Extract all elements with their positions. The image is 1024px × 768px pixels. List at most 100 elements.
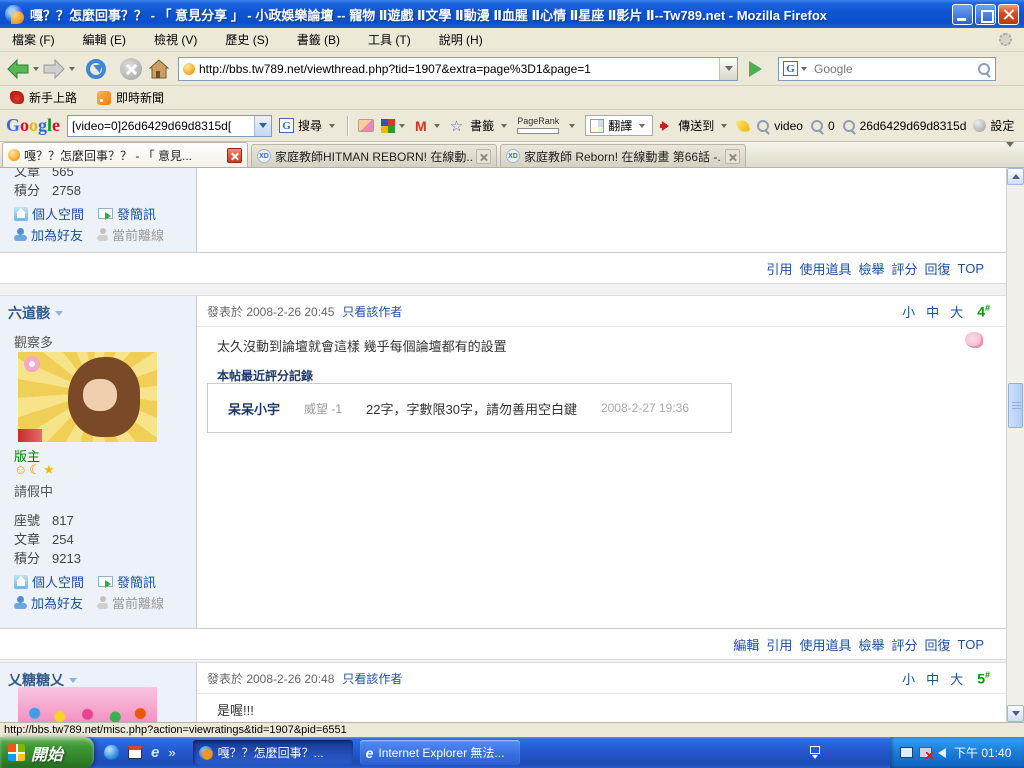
bookmark-getting-started[interactable]: 新手上路 bbox=[10, 89, 77, 106]
find-term-video[interactable]: video bbox=[756, 119, 803, 133]
bookmark-latest-news[interactable]: 即時新聞 bbox=[97, 89, 164, 106]
tab-reborn-1[interactable]: XD 家庭教師HITMAN REBORN! 在線動... bbox=[251, 144, 497, 167]
tab-close-icon[interactable] bbox=[725, 149, 740, 164]
stop-button[interactable] bbox=[120, 58, 142, 80]
restore-button[interactable] bbox=[975, 4, 996, 25]
rate-link[interactable]: 評分 bbox=[891, 259, 917, 278]
search-engine-dropdown[interactable] bbox=[801, 67, 807, 71]
only-author-link[interactable]: 只看該作者 bbox=[342, 670, 402, 687]
add-friend-link[interactable]: 加為好友 bbox=[14, 593, 83, 612]
search-options-dropdown[interactable] bbox=[329, 124, 335, 128]
menu-file[interactable]: 檔案 (F) bbox=[12, 31, 55, 48]
use-item-link[interactable]: 使用道具 bbox=[799, 259, 851, 278]
google-search-input[interactable] bbox=[68, 119, 254, 133]
ie-icon[interactable]: e bbox=[151, 745, 159, 760]
quicklaunch-overflow-chevron[interactable]: » bbox=[168, 745, 175, 760]
back-button[interactable] bbox=[6, 58, 30, 80]
menu-bookmarks[interactable]: 書籤 (B) bbox=[297, 31, 340, 48]
report-link[interactable]: 檢舉 bbox=[858, 259, 884, 278]
minimize-button[interactable] bbox=[952, 4, 973, 25]
rate-flower-icon[interactable] bbox=[965, 332, 983, 348]
app-window-icon[interactable] bbox=[128, 746, 142, 759]
search-bar[interactable]: G bbox=[778, 57, 996, 81]
url-bar[interactable] bbox=[178, 57, 738, 81]
siteinfo-icon[interactable] bbox=[358, 119, 374, 132]
display-tray-icon[interactable] bbox=[900, 747, 913, 758]
network-error-icon[interactable] bbox=[919, 747, 932, 758]
quote-link[interactable]: 引用 bbox=[766, 259, 792, 278]
post2-username[interactable]: 六道骸 bbox=[8, 303, 63, 323]
user-dropdown-icon[interactable] bbox=[55, 311, 63, 316]
toolbar-settings-button[interactable]: 設定 bbox=[973, 117, 1014, 134]
menu-history[interactable]: 歷史 (S) bbox=[225, 31, 268, 48]
floor-number[interactable]: 4# bbox=[977, 303, 990, 320]
send-to-button[interactable]: 傳送到 bbox=[660, 117, 730, 134]
floor-number[interactable]: 5# bbox=[977, 670, 990, 687]
reload-button[interactable] bbox=[86, 59, 106, 79]
rating-user[interactable]: 呆呆小宇 bbox=[228, 399, 280, 418]
search-input[interactable] bbox=[810, 62, 977, 76]
menu-tools[interactable]: 工具 (T) bbox=[368, 31, 411, 48]
report-link[interactable]: 檢舉 bbox=[858, 635, 884, 654]
url-input[interactable] bbox=[195, 62, 719, 76]
reply-link[interactable]: 回復 bbox=[924, 259, 950, 278]
language-bar-icon[interactable] bbox=[810, 746, 820, 759]
tab-current-thread[interactable]: 嘎？？怎麼回事？？ - 「 意見... bbox=[2, 142, 248, 167]
gmail-button[interactable]: M bbox=[415, 118, 443, 134]
menu-edit[interactable]: 編輯 (E) bbox=[83, 31, 126, 48]
send-pm-link[interactable]: 發簡訊 bbox=[98, 572, 156, 591]
forward-button[interactable] bbox=[42, 58, 66, 80]
use-item-link[interactable]: 使用道具 bbox=[799, 635, 851, 654]
pagerank-dropdown[interactable] bbox=[569, 124, 575, 128]
top-link[interactable]: TOP bbox=[958, 261, 985, 276]
google-search-combo[interactable] bbox=[67, 115, 272, 137]
home-button[interactable] bbox=[148, 58, 170, 80]
clock[interactable]: 下午 01:40 bbox=[954, 744, 1011, 761]
globe-icon[interactable] bbox=[104, 745, 119, 760]
task-firefox[interactable]: 嘎？？怎麼回事？... bbox=[193, 740, 353, 765]
google-bookmarks-button[interactable] bbox=[381, 119, 408, 133]
profile-space-link[interactable]: 個人空間 bbox=[14, 572, 84, 591]
search-magnifier-icon[interactable] bbox=[977, 62, 991, 76]
only-author-link[interactable]: 只看該作者 bbox=[342, 303, 402, 320]
scroll-up-icon[interactable] bbox=[1007, 168, 1024, 185]
menu-help[interactable]: 說明 (H) bbox=[439, 31, 483, 48]
find-term-hash[interactable]: 26d6429d69d8315d bbox=[842, 119, 967, 133]
send-pm-link[interactable]: 發簡訊 bbox=[98, 204, 156, 223]
volume-icon[interactable] bbox=[938, 748, 946, 758]
highlighter-icon[interactable] bbox=[736, 119, 750, 133]
bookmarks-menu-button[interactable]: 書籤 bbox=[470, 117, 510, 134]
back-dropdown[interactable] bbox=[33, 67, 39, 71]
font-large-link[interactable]: 大 bbox=[950, 669, 963, 688]
rate-link[interactable]: 評分 bbox=[891, 635, 917, 654]
menu-view[interactable]: 檢視 (V) bbox=[154, 31, 197, 48]
google-search-button[interactable]: G 搜尋 bbox=[279, 117, 338, 134]
vertical-scrollbar[interactable] bbox=[1007, 168, 1024, 722]
reply-link[interactable]: 回復 bbox=[924, 635, 950, 654]
profile-space-link[interactable]: 個人空間 bbox=[14, 204, 84, 223]
font-large-link[interactable]: 大 bbox=[950, 302, 963, 321]
user-dropdown-icon[interactable] bbox=[69, 678, 77, 683]
add-friend-link[interactable]: 加為好友 bbox=[14, 225, 83, 244]
quote-link[interactable]: 引用 bbox=[766, 635, 792, 654]
top-link[interactable]: TOP bbox=[958, 637, 985, 652]
font-small-link[interactable]: 小 bbox=[902, 302, 915, 321]
font-medium-link[interactable]: 中 bbox=[926, 669, 939, 688]
find-term-0[interactable]: 0 bbox=[810, 119, 835, 133]
url-dropdown[interactable] bbox=[719, 58, 737, 80]
close-button[interactable] bbox=[998, 4, 1019, 25]
tab-close-icon[interactable] bbox=[227, 148, 242, 163]
translate-button[interactable]: 翻譯 bbox=[585, 115, 653, 136]
scroll-down-icon[interactable] bbox=[1007, 705, 1024, 722]
font-small-link[interactable]: 小 bbox=[902, 669, 915, 688]
go-button[interactable] bbox=[742, 57, 768, 81]
tab-list-dropdown[interactable] bbox=[1000, 143, 1020, 169]
start-button[interactable]: 開始 bbox=[0, 737, 94, 768]
scrollbar-thumb[interactable] bbox=[1008, 383, 1023, 428]
font-medium-link[interactable]: 中 bbox=[926, 302, 939, 321]
google-search-dropdown[interactable] bbox=[254, 116, 271, 136]
task-internet-explorer[interactable]: e Internet Explorer 無法... bbox=[360, 740, 520, 765]
tab-close-icon[interactable] bbox=[476, 149, 491, 164]
forward-dropdown[interactable] bbox=[69, 67, 75, 71]
tab-reborn-2[interactable]: XD 家庭教師 Reborn! 在線動畫 第66話 -... bbox=[500, 144, 746, 167]
